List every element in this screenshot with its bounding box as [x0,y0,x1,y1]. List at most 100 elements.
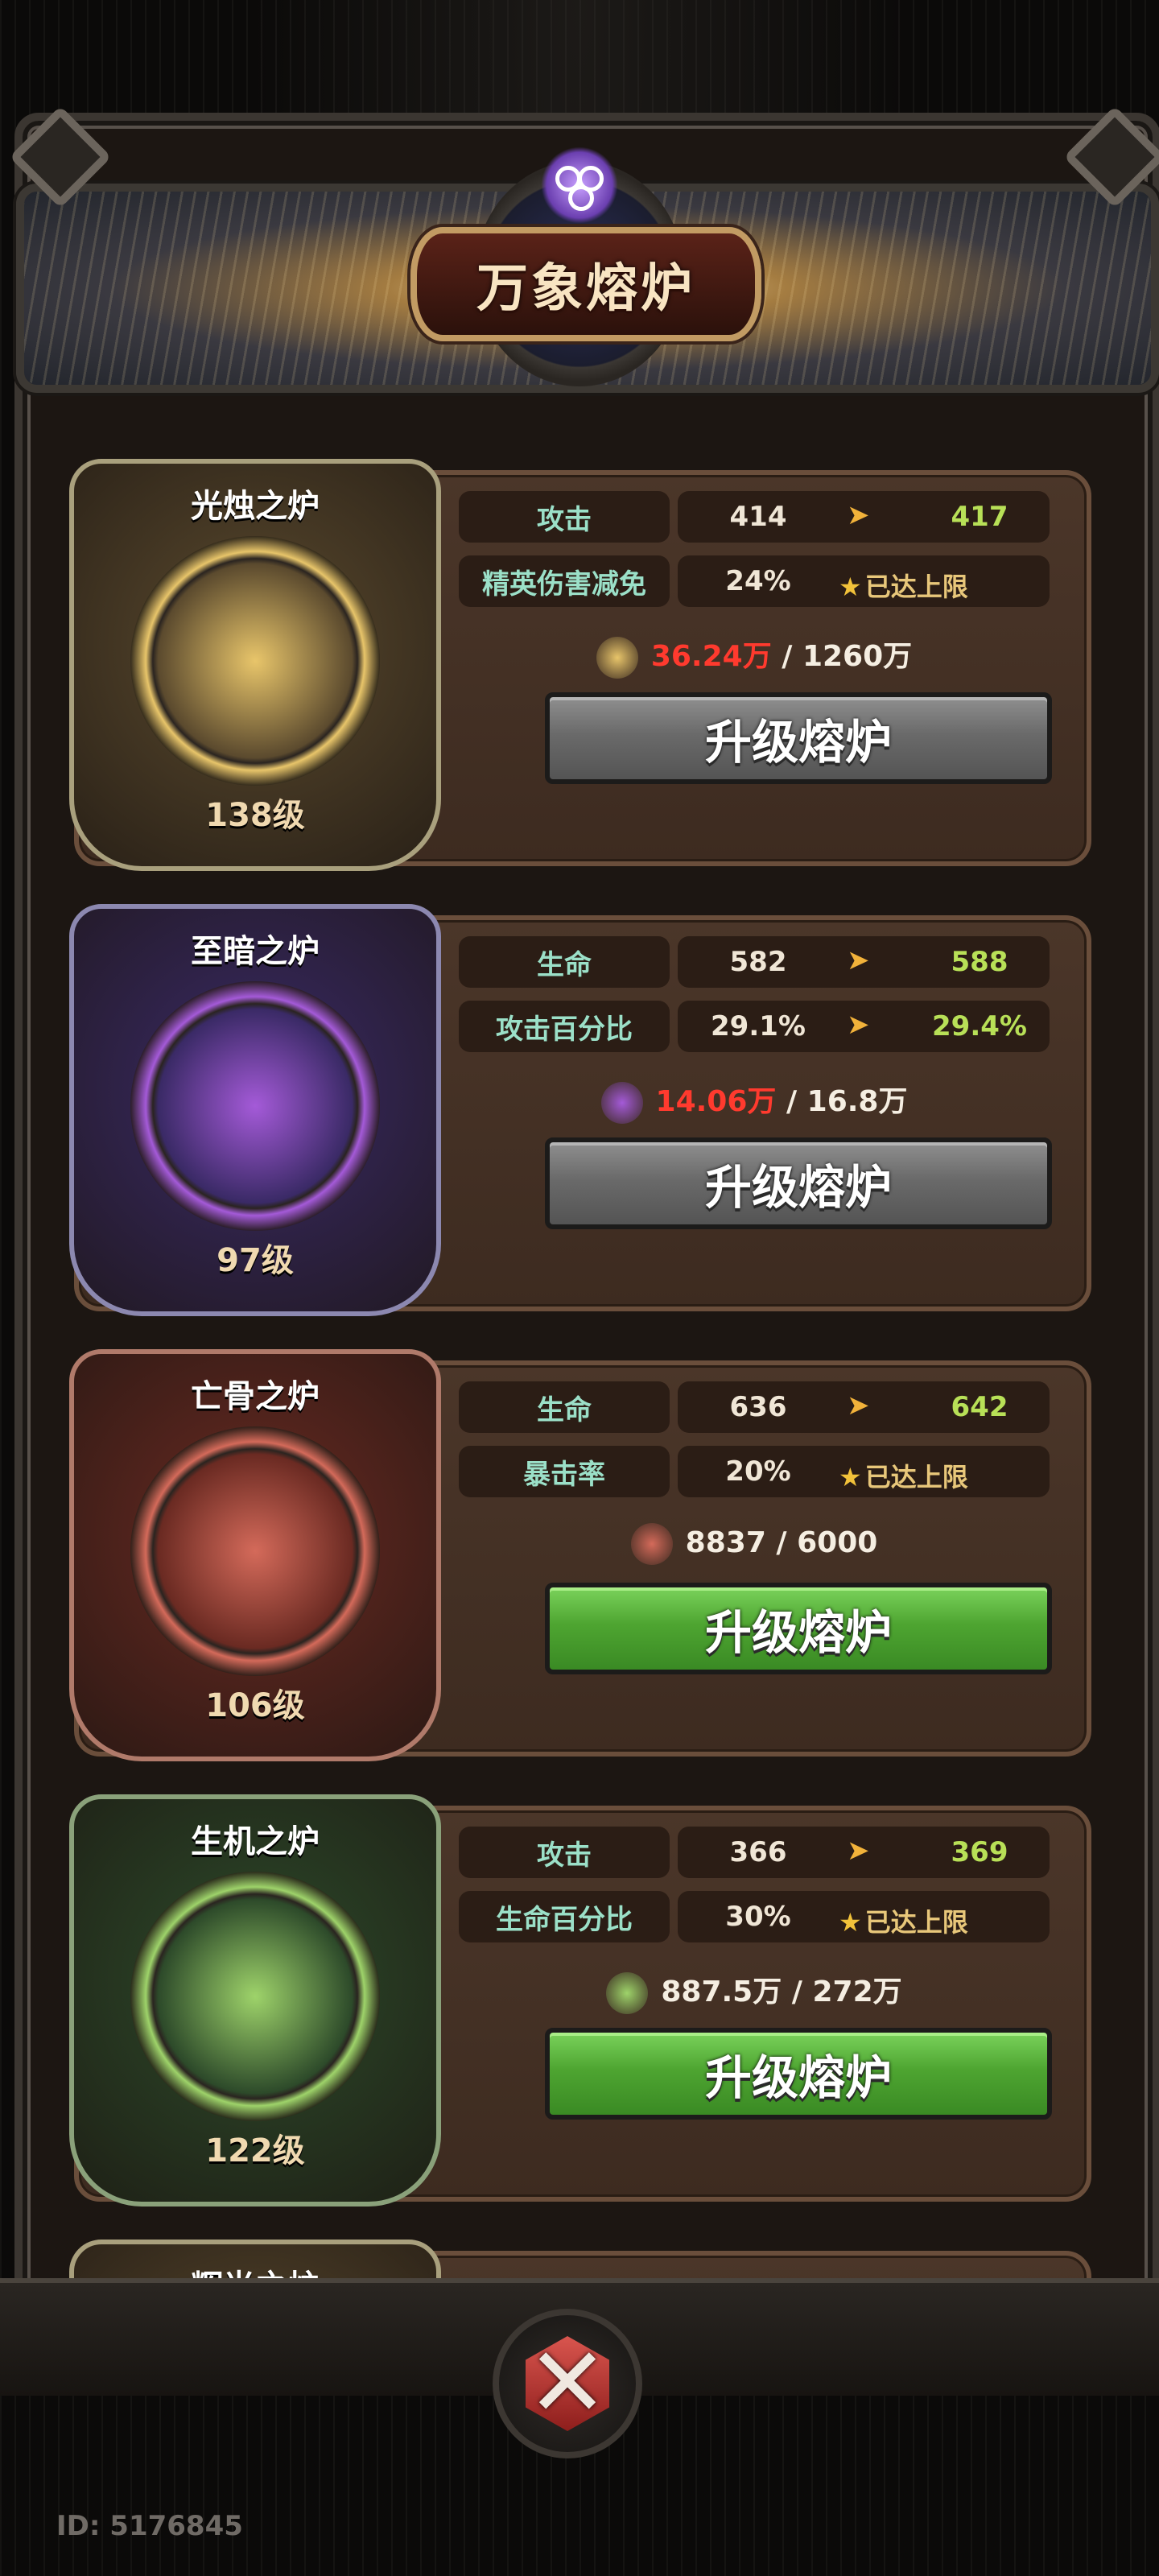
player-id: ID: 5176845 [56,2510,243,2542]
stat-next: 642 [951,1391,1008,1423]
stat-label: 攻击 [459,491,670,543]
furnace-card: 生机之炉 122级 攻击 366 ➤ 369 生命百分比 30% ★ 已达上限 887.5万 / 2… [69,1794,1091,2207]
cost-required: 272万 [812,1975,902,2008]
stat-value: 636 ➤ 642 [678,1381,1050,1433]
stat-label: 暴击率 [459,1446,670,1497]
cost-separator: / [791,1975,802,2008]
stat-row: 生命百分比 30% ★ 已达上限 [459,1891,1050,1942]
stat-next: 29.4% [932,1010,1027,1042]
close-button[interactable]: ✕ [493,2309,642,2458]
stat-row: 攻击百分比 29.1% ➤ 29.4% [459,1001,1050,1052]
stat-value: 24% ★ 已达上限 [678,555,1050,607]
exp-icon [596,637,638,679]
close-x-glyph: ✕ [526,2327,608,2439]
stat-value: 414 ➤ 417 [678,491,1050,543]
furnace-emblem-icon [130,536,380,786]
cost-current: 14.06万 [655,1085,777,1118]
stat-current: 20% [725,1455,791,1488]
furnace-name: 辉光之炉 [74,2260,436,2278]
furnace-badge[interactable]: 生机之炉 122级 [69,1794,441,2207]
cost-required: 6000 [797,1526,878,1559]
bone-icon [630,1523,673,1565]
upgrade-cost: 14.06万 / 16.8万 [459,1078,1050,1126]
upgrade-furnace-button[interactable]: 升级熔炉 [545,1137,1052,1229]
furnace-emblem-icon [130,981,380,1231]
stat-current: 30% [725,1901,791,1933]
stat-next: 417 [951,501,1008,533]
cost-current: 887.5万 [661,1975,782,2008]
stat-label: 精英伤害减免 [459,555,670,607]
furnace-card: 光烛之炉 138级 攻击 414 ➤ 417 精英伤害减免 24% ★ 已达上限 36.24万 / … [69,459,1091,871]
furnace-emblem-icon [130,1426,380,1676]
close-icon: ✕ [526,2336,609,2431]
stat-current: 24% [725,565,791,597]
page-title: 万象熔炉 [476,259,695,319]
flower-icon [600,1082,643,1124]
stat-value: 29.1% ➤ 29.4% [678,1001,1050,1052]
stat-row: 精英伤害减免 24% ★ 已达上限 [459,555,1050,607]
stat-next: 588 [951,946,1008,978]
cost-separator: / [786,1085,798,1118]
max-reached: ★ 已达上限 [839,567,968,604]
stat-next: 369 [951,1836,1008,1868]
stat-row: 攻击 366 ➤ 369 [459,1827,1050,1878]
stat-label: 生命 [459,1381,670,1433]
cost-separator: / [782,640,793,673]
furnace-emblem-icon [130,1872,380,2121]
furnace-level: 138级 [205,797,305,834]
cost-required: 1260万 [802,640,913,673]
arrow-right-icon: ➤ [847,1389,870,1422]
max-label: 已达上限 [864,1907,968,1938]
furnace-card: 辉光之炉 [69,2240,1091,2278]
stat-label: 生命百分比 [459,1891,670,1942]
stat-row: 暴击率 20% ★ 已达上限 [459,1446,1050,1497]
stat-current: 582 [729,946,787,978]
arrow-right-icon: ➤ [847,1009,870,1041]
max-reached: ★ 已达上限 [839,1457,968,1494]
stat-value: 30% ★ 已达上限 [678,1891,1050,1942]
stat-value: 20% ★ 已达上限 [678,1446,1050,1497]
furnace-badge[interactable]: 至暗之炉 97级 [69,904,441,1316]
stat-label: 攻击 [459,1827,670,1878]
star-icon: ★ [839,1462,862,1492]
furnace-name: 亡骨之炉 [191,1378,320,1415]
arrow-right-icon: ➤ [847,944,870,976]
furnace-badge[interactable]: 亡骨之炉 106级 [69,1349,441,1761]
cost-required: 16.8万 [806,1085,908,1118]
furnace-list[interactable]: 光烛之炉 138级 攻击 414 ➤ 417 精英伤害减免 24% ★ 已达上限 36.24万 / … [45,402,1114,2278]
stat-value: 582 ➤ 588 [678,936,1050,988]
stat-value: 366 ➤ 369 [678,1827,1050,1878]
furnace-card: 亡骨之炉 106级 生命 636 ➤ 642 暴击率 20% ★ 已达上限 8837 / 6000 升… [69,1349,1091,1761]
furnace-level: 106级 [205,1687,305,1724]
cost-separator: / [776,1526,787,1559]
upgrade-furnace-button[interactable]: 升级熔炉 [545,692,1052,784]
arrow-right-icon: ➤ [847,499,870,531]
upgrade-furnace-button[interactable]: 升级熔炉 [545,2028,1052,2120]
cost-current: 8837 [685,1526,766,1559]
stat-row: 攻击 414 ➤ 417 [459,491,1050,543]
furnace-level: 122级 [205,2132,305,2169]
stat-current: 414 [729,501,787,533]
furnace-card: 至暗之炉 97级 生命 582 ➤ 588 攻击百分比 29.1% ➤ 29.4% 14.06万 /… [69,904,1091,1316]
furnace-name: 至暗之炉 [191,933,320,970]
upgrade-cost: 887.5万 / 272万 [459,1968,1050,2017]
max-label: 已达上限 [864,1462,968,1492]
furnace-name: 生机之炉 [191,1823,320,1860]
furnace-badge[interactable]: 光烛之炉 138级 [69,459,441,871]
swirl-emblem-icon [541,147,618,224]
arrow-right-icon: ➤ [847,1835,870,1867]
max-label: 已达上限 [864,572,968,602]
star-icon: ★ [839,572,862,602]
title-plate: 万象熔炉 [410,227,761,341]
upgrade-furnace-button[interactable]: 升级熔炉 [545,1583,1052,1674]
stat-label: 攻击百分比 [459,1001,670,1052]
furnace-name: 光烛之炉 [191,488,320,525]
furnace-badge[interactable]: 辉光之炉 [69,2240,441,2278]
star-icon: ★ [839,1907,862,1938]
stat-row: 生命 582 ➤ 588 [459,936,1050,988]
orb-dot [568,185,594,211]
stat-label: 生命 [459,936,670,988]
stat-current: 366 [729,1836,787,1868]
stat-current: 636 [729,1391,787,1423]
stat-row: 生命 636 ➤ 642 [459,1381,1050,1433]
